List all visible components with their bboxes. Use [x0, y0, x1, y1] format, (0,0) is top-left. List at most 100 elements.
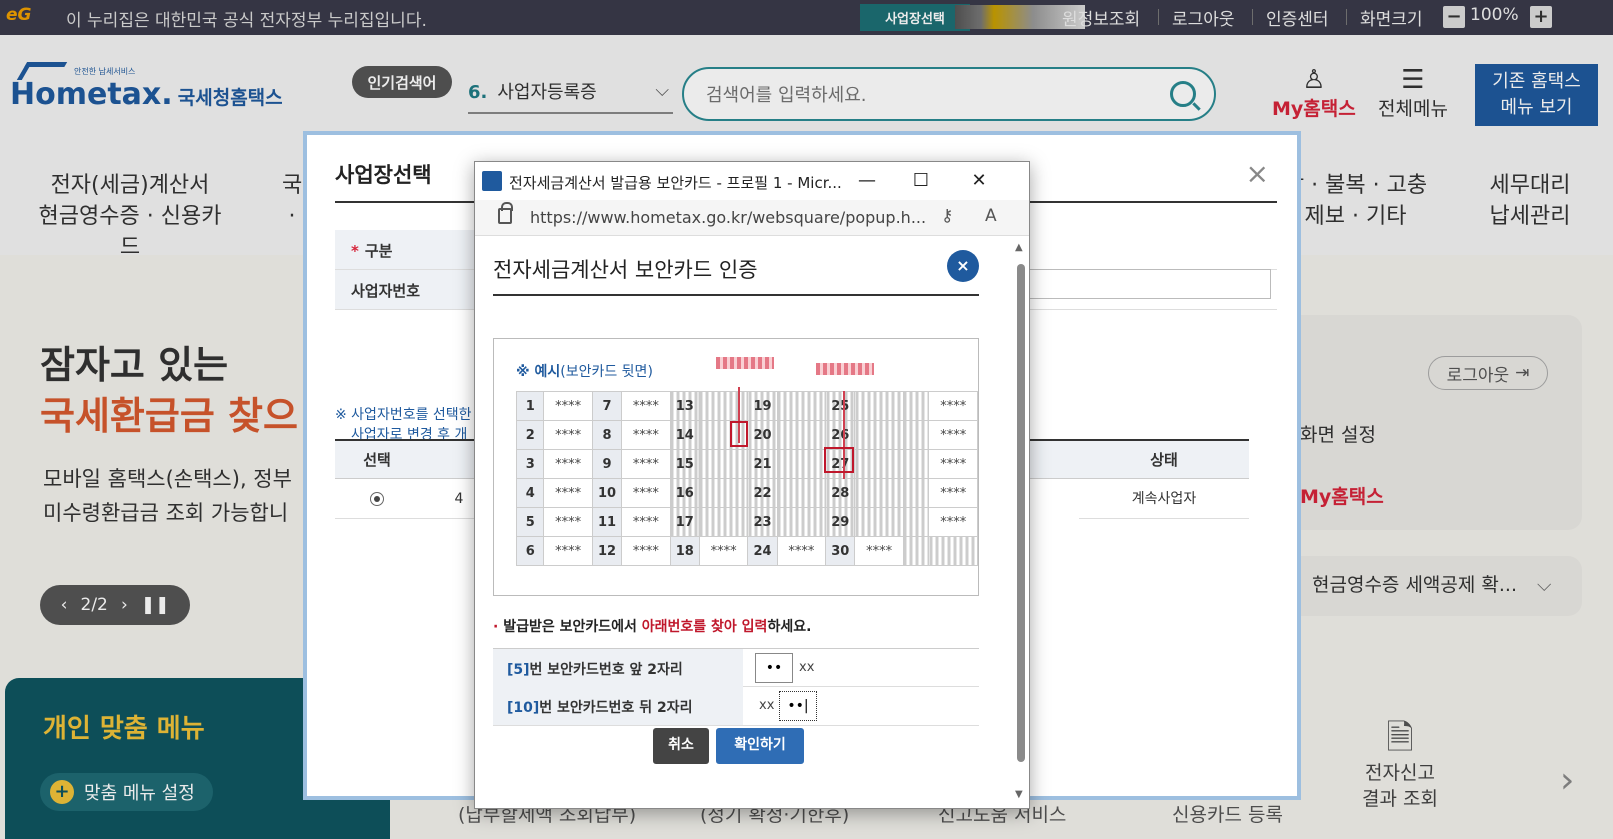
address-bar: https://www.hometax.go.kr/websquare/popu…	[475, 200, 1029, 236]
grid-value	[854, 478, 904, 508]
popup-heading: 전자세금계산서 보안카드 인증	[493, 246, 979, 296]
grid-value	[698, 478, 749, 508]
window-titlebar: 전자세금계산서 발급용 보안카드 - 프로필 1 - Micr... — ☐ ✕	[475, 162, 1029, 200]
maximize-icon[interactable]: ☐	[901, 167, 941, 195]
grid-index-blurred	[902, 391, 930, 421]
grid-value: ****	[621, 449, 671, 479]
grid-index: 10	[591, 478, 623, 508]
scroll-down-icon[interactable]: ▼	[1015, 789, 1023, 800]
card-input-row-1: [5]번 보안카드번호 앞 2자리 •• xx	[493, 648, 979, 687]
grid-row: 1 **** 7 **** 13 19 25 ****	[515, 391, 978, 421]
card-number: [10]	[507, 700, 540, 716]
grid-index: 23	[747, 507, 778, 537]
scroll-up-icon[interactable]: ▲	[1015, 242, 1023, 253]
scrollbar[interactable]: ▲ ▼	[1015, 242, 1027, 800]
grid-index: 21	[747, 449, 778, 479]
grid-value	[698, 391, 749, 421]
grid-value: ****	[543, 391, 593, 421]
row-label-text: 번 보안카드번호 뒤 2자리	[539, 700, 693, 716]
row-label-text: 번 보안카드번호 앞 2자리	[529, 662, 683, 678]
close-window-icon[interactable]: ✕	[959, 167, 999, 195]
grid-value: ****	[543, 420, 593, 450]
minimize-icon[interactable]: —	[847, 167, 887, 195]
grid-value	[698, 449, 749, 479]
example-subtitle: (보안카드 뒷면)	[560, 364, 653, 380]
grid-index: 26	[825, 420, 856, 450]
grid-value: ****	[621, 391, 671, 421]
grid-index: 25	[825, 391, 856, 421]
mask-text: xx	[799, 660, 815, 675]
grid-row: 6 **** 12 **** 18 **** 24 **** 30 ****	[515, 536, 978, 566]
grid-value	[854, 391, 904, 421]
grid-value: ****	[928, 449, 978, 479]
grid-value: ****	[928, 478, 978, 508]
example-title: ※ 예시(보안카드 뒷면)	[516, 361, 653, 381]
grid-value	[776, 478, 827, 508]
bullet: ·	[493, 619, 499, 635]
grid-index: 28	[825, 478, 856, 508]
grid-index-blurred	[902, 478, 930, 508]
grid-row: 4 **** 10 **** 16 22 28 ****	[515, 478, 978, 508]
read-aloud-icon[interactable]: A	[985, 206, 997, 226]
security-card-grid: 1 **** 7 **** 13 19 25 **** 2 **** 8 **** 14 20 26 ****…	[515, 391, 978, 566]
grid-index: 5	[515, 507, 545, 537]
grid-index: 20	[747, 420, 778, 450]
grid-value: ****	[776, 536, 827, 566]
grid-value: ****	[543, 449, 593, 479]
grid-index: 12	[591, 536, 623, 566]
grid-index: 30	[825, 536, 856, 566]
grid-value	[776, 449, 827, 479]
blurred-label	[816, 363, 874, 375]
instruction-highlight: 아래번호를 찾아 입력	[641, 619, 768, 635]
grid-value: ****	[621, 420, 671, 450]
grid-index: 15	[669, 449, 700, 479]
grid-value: ****	[928, 507, 978, 537]
grid-row: 3 **** 9 **** 15 21 27 ****	[515, 449, 978, 479]
card-front-2digits-input[interactable]: ••	[755, 653, 793, 683]
grid-value	[776, 420, 827, 450]
instruction-suffix: 하세요.	[767, 619, 812, 635]
popup-body: 전자세금계산서 보안카드 인증 × ※ 예시(보안카드 뒷면) 1 **** 7 **…	[493, 246, 979, 726]
modal-title: 사업장선택	[335, 163, 432, 187]
example-title-text: ※ 예시	[516, 364, 561, 380]
col-status: 상태	[1079, 439, 1249, 479]
row-radio[interactable]	[370, 492, 384, 506]
scroll-thumb[interactable]	[1017, 264, 1025, 762]
grid-value	[854, 507, 904, 537]
row-label: [10]번 보안카드번호 뒤 2자리	[493, 687, 743, 725]
card-back-2digits-input[interactable]: ••|	[779, 691, 817, 721]
grid-value	[928, 536, 978, 566]
security-card-popup-window: 전자세금계산서 발급용 보안카드 - 프로필 1 - Micr... — ☐ ✕…	[474, 161, 1030, 809]
grid-value	[698, 507, 749, 537]
url-text[interactable]: https://www.hometax.go.kr/websquare/popu…	[530, 208, 926, 227]
grid-row: 5 **** 11 **** 17 23 29 ****	[515, 507, 978, 537]
instruction-text: · 발급받은 보안카드에서 아래번호를 찾아 입력하세요.	[493, 616, 811, 636]
close-icon[interactable]: ×	[947, 250, 979, 282]
cancel-button[interactable]: 취소	[653, 728, 709, 764]
window-title: 전자세금계산서 발급용 보안카드 - 프로필 1 - Micr...	[509, 174, 842, 192]
grid-value	[776, 391, 827, 421]
grid-index: 17	[669, 507, 700, 537]
grid-value: ****	[543, 536, 593, 566]
grid-index-blurred	[902, 536, 930, 566]
grid-index: 22	[747, 478, 778, 508]
grid-value: ****	[928, 420, 978, 450]
grid-index: 11	[591, 507, 623, 537]
grid-index: 1	[515, 391, 545, 421]
hometax-favicon	[482, 171, 502, 191]
highlight-box	[824, 447, 854, 473]
key-icon[interactable]: ⚷	[941, 206, 953, 226]
grid-index-blurred	[902, 449, 930, 479]
grid-value	[854, 449, 904, 479]
grid-index: 16	[669, 478, 700, 508]
close-icon[interactable]: ×	[1246, 157, 1269, 190]
row-radio-cell	[335, 479, 419, 519]
grid-index: 3	[515, 449, 545, 479]
bizno-input[interactable]	[1017, 269, 1271, 299]
lock-icon	[498, 202, 513, 224]
security-card-example: ※ 예시(보안카드 뒷면) 1 **** 7 **** 13 19 25 **** 2 **** 8…	[493, 338, 979, 596]
grid-index: 13	[669, 391, 700, 421]
card-number: [5]	[507, 662, 530, 678]
confirm-button[interactable]: 확인하기	[716, 728, 804, 764]
grid-index: 9	[591, 449, 623, 479]
